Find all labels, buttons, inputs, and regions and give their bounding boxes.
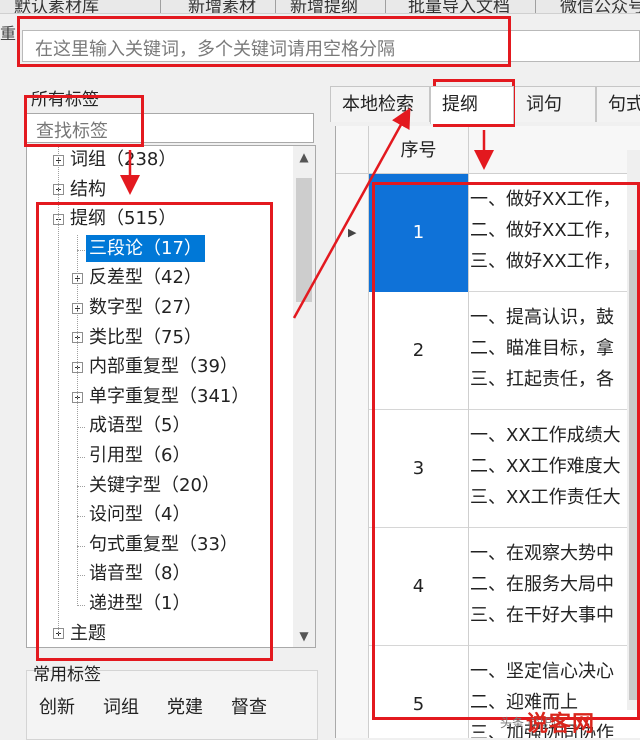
row-outline-cell[interactable]: 一、做好XX工作， 二、做好XX工作， 三、做好XX工作， xyxy=(470,174,640,292)
common-tag-supervision[interactable]: 督查 xyxy=(231,693,267,719)
tree-item[interactable]: 词组（238） xyxy=(67,146,179,173)
top-tab-wechat[interactable]: 微信公众号 xyxy=(560,0,640,13)
table-row[interactable]: 2 一、提高认识，鼓 二、瞄准目标，拿 三、扛起责任，各 xyxy=(336,292,640,410)
tree-connector xyxy=(77,516,85,517)
table-row[interactable]: 4 一、在观察大势中 二、在服务大局中 三、在干好大事中 xyxy=(336,528,640,646)
current-row-icon: ▶ xyxy=(348,226,357,239)
top-tab-new-outline[interactable]: 新增提纲 xyxy=(290,0,358,13)
tab-phrases[interactable]: 词句 xyxy=(514,86,596,122)
tree-item[interactable]: 内部重复型（39） xyxy=(86,353,241,380)
tree-connector xyxy=(77,545,85,547)
tree-connector xyxy=(77,249,85,251)
outline-line: 二、做好XX工作， xyxy=(470,220,621,241)
watermark-logo: 说客网 xyxy=(526,712,596,737)
tag-search-input[interactable]: 查找标签 xyxy=(26,113,314,143)
table-row[interactable]: 3 一、XX工作成绩大 二、XX工作难度大 三、XX工作责任大 xyxy=(336,410,640,528)
row-outline-cell[interactable]: 一、提高认识，鼓 二、瞄准目标，拿 三、扛起责任，各 xyxy=(470,292,640,410)
tree-connector xyxy=(77,575,85,577)
grid-header: 序号 xyxy=(336,126,640,174)
all-tags-title: 所有标签 xyxy=(31,90,99,110)
row-outline-cell[interactable]: 一、在观察大势中 二、在服务大局中 三、在干好大事中 xyxy=(470,528,640,646)
tree-connector xyxy=(77,427,85,429)
row-header[interactable] xyxy=(336,292,369,410)
outline-line: 一、提高认识，鼓 xyxy=(470,307,614,328)
tree-guide-line xyxy=(77,234,78,604)
outline-grid: 序号 ▶ 1 一、做好XX工作， 二、做好XX工作， 三、做好XX工作， 2 一、提高认识，… xyxy=(335,126,640,738)
tree-item[interactable]: 设问型（4） xyxy=(86,501,193,528)
tree-item[interactable]: 句式重复型（33） xyxy=(86,531,241,558)
row-seq-cell[interactable]: 4 xyxy=(369,528,469,646)
tree-item[interactable]: 结构 xyxy=(67,176,109,203)
outline-line: 一、XX工作成绩大 xyxy=(470,425,621,446)
row-seq-cell[interactable]: 3 xyxy=(369,410,469,528)
tab-separator xyxy=(275,0,276,13)
tab-separator xyxy=(535,0,536,13)
outline-line: 三、XX工作责任大 xyxy=(470,487,621,508)
row-header[interactable] xyxy=(336,410,369,528)
row-seq-cell[interactable]: 1 xyxy=(369,174,469,292)
tree-item[interactable]: 数字型（27） xyxy=(86,294,205,321)
top-tab-new-material[interactable]: 新增素材 xyxy=(188,0,256,13)
outline-line: 一、做好XX工作， xyxy=(470,189,621,210)
outline-line: 一、坚定信心决心 xyxy=(470,661,614,682)
tree-item[interactable]: 关键字型（20） xyxy=(86,472,223,499)
tree-item[interactable]: 类比型（75） xyxy=(86,324,205,351)
tab-separator xyxy=(385,0,386,13)
tree-guide-line xyxy=(58,146,59,634)
tab-separator xyxy=(160,0,161,13)
row-header[interactable] xyxy=(336,528,369,646)
tag-tree: 词组（238） 结构 提纲（515） 三段论（17） 反差型（42） 数字型（27） 类比型… xyxy=(26,145,316,648)
common-tag-phrase[interactable]: 词组 xyxy=(103,693,139,719)
row-outline-cell[interactable]: 一、XX工作成绩大 二、XX工作难度大 三、XX工作责任大 xyxy=(470,410,640,528)
outline-line: 二、在服务大局中 xyxy=(470,574,614,595)
tab-local-search[interactable]: 本地检索 xyxy=(330,86,430,122)
row-header[interactable] xyxy=(336,646,369,738)
outline-line: 三、扛起责任，各 xyxy=(470,369,614,390)
tree-item[interactable]: 主题 xyxy=(67,620,109,647)
right-tab-strip: 本地检索 提纲 词句 句式 xyxy=(330,86,640,124)
watermark: 头条 @职场... 说客网 xyxy=(500,710,640,737)
tree-connector xyxy=(77,486,85,488)
tree-item[interactable]: 递进型（1） xyxy=(86,590,193,617)
side-marker: 重 xyxy=(0,24,17,43)
tree-connector xyxy=(77,456,85,458)
row-seq-cell[interactable]: 5 xyxy=(369,646,469,738)
grid-header-gutter xyxy=(336,126,369,174)
scroll-up-icon[interactable]: ▲ xyxy=(293,146,315,168)
column-header-seq[interactable]: 序号 xyxy=(369,126,469,174)
tag-tree-scrollbar[interactable]: ▲ ▼ xyxy=(293,146,315,647)
keyword-search-input[interactable]: 在这里输入关键词，多个关键词请用空格分隔 xyxy=(22,30,640,62)
tree-item[interactable]: 三段论（17） xyxy=(86,234,205,262)
keyword-search-placeholder: 在这里输入关键词，多个关键词请用空格分隔 xyxy=(35,39,395,60)
common-tag-innovation[interactable]: 创新 xyxy=(39,693,75,719)
row-seq-cell[interactable]: 2 xyxy=(369,292,469,410)
top-tab-batch-import[interactable]: 批量导入文档 xyxy=(408,0,510,13)
common-tags-title: 常用标签 xyxy=(33,665,101,685)
tree-item[interactable]: 成语型（5） xyxy=(86,412,193,439)
top-tab-default-library[interactable]: 默认素材库 xyxy=(14,0,99,13)
tree-item[interactable]: 谐音型（8） xyxy=(86,560,193,587)
tree-connector xyxy=(77,604,85,606)
tab-outline[interactable]: 提纲 xyxy=(430,86,514,124)
outline-line: 三、在干好大事中 xyxy=(470,605,614,626)
outline-line: 一、在观察大势中 xyxy=(470,543,614,564)
tag-search-placeholder: 查找标签 xyxy=(36,121,108,142)
top-tab-strip: 默认素材库 新增素材 新增提纲 批量导入文档 微信公众号 xyxy=(0,0,640,14)
tag-tree-scroll-thumb[interactable] xyxy=(296,178,312,302)
tree-item[interactable]: 反差型（42） xyxy=(86,264,205,291)
outline-line: 二、瞄准目标，拿 xyxy=(470,338,614,359)
grid-scroll-thumb[interactable] xyxy=(629,250,638,700)
tree-item[interactable]: 提纲（515） xyxy=(67,205,179,232)
row-header[interactable]: ▶ xyxy=(336,174,369,292)
scroll-down-icon[interactable]: ▼ xyxy=(293,625,315,647)
outline-line: 三、做好XX工作， xyxy=(470,251,621,272)
common-tag-party-building[interactable]: 党建 xyxy=(167,693,203,719)
outline-line: 二、XX工作难度大 xyxy=(470,456,621,477)
grid-scrollbar[interactable] xyxy=(627,150,640,710)
tree-item[interactable]: 单字重复型（341） xyxy=(86,383,252,410)
table-row[interactable]: ▶ 1 一、做好XX工作， 二、做好XX工作， 三、做好XX工作， xyxy=(336,174,640,292)
tree-item[interactable]: 引用型（6） xyxy=(86,442,193,469)
tab-sentence-patterns[interactable]: 句式 xyxy=(596,86,640,122)
